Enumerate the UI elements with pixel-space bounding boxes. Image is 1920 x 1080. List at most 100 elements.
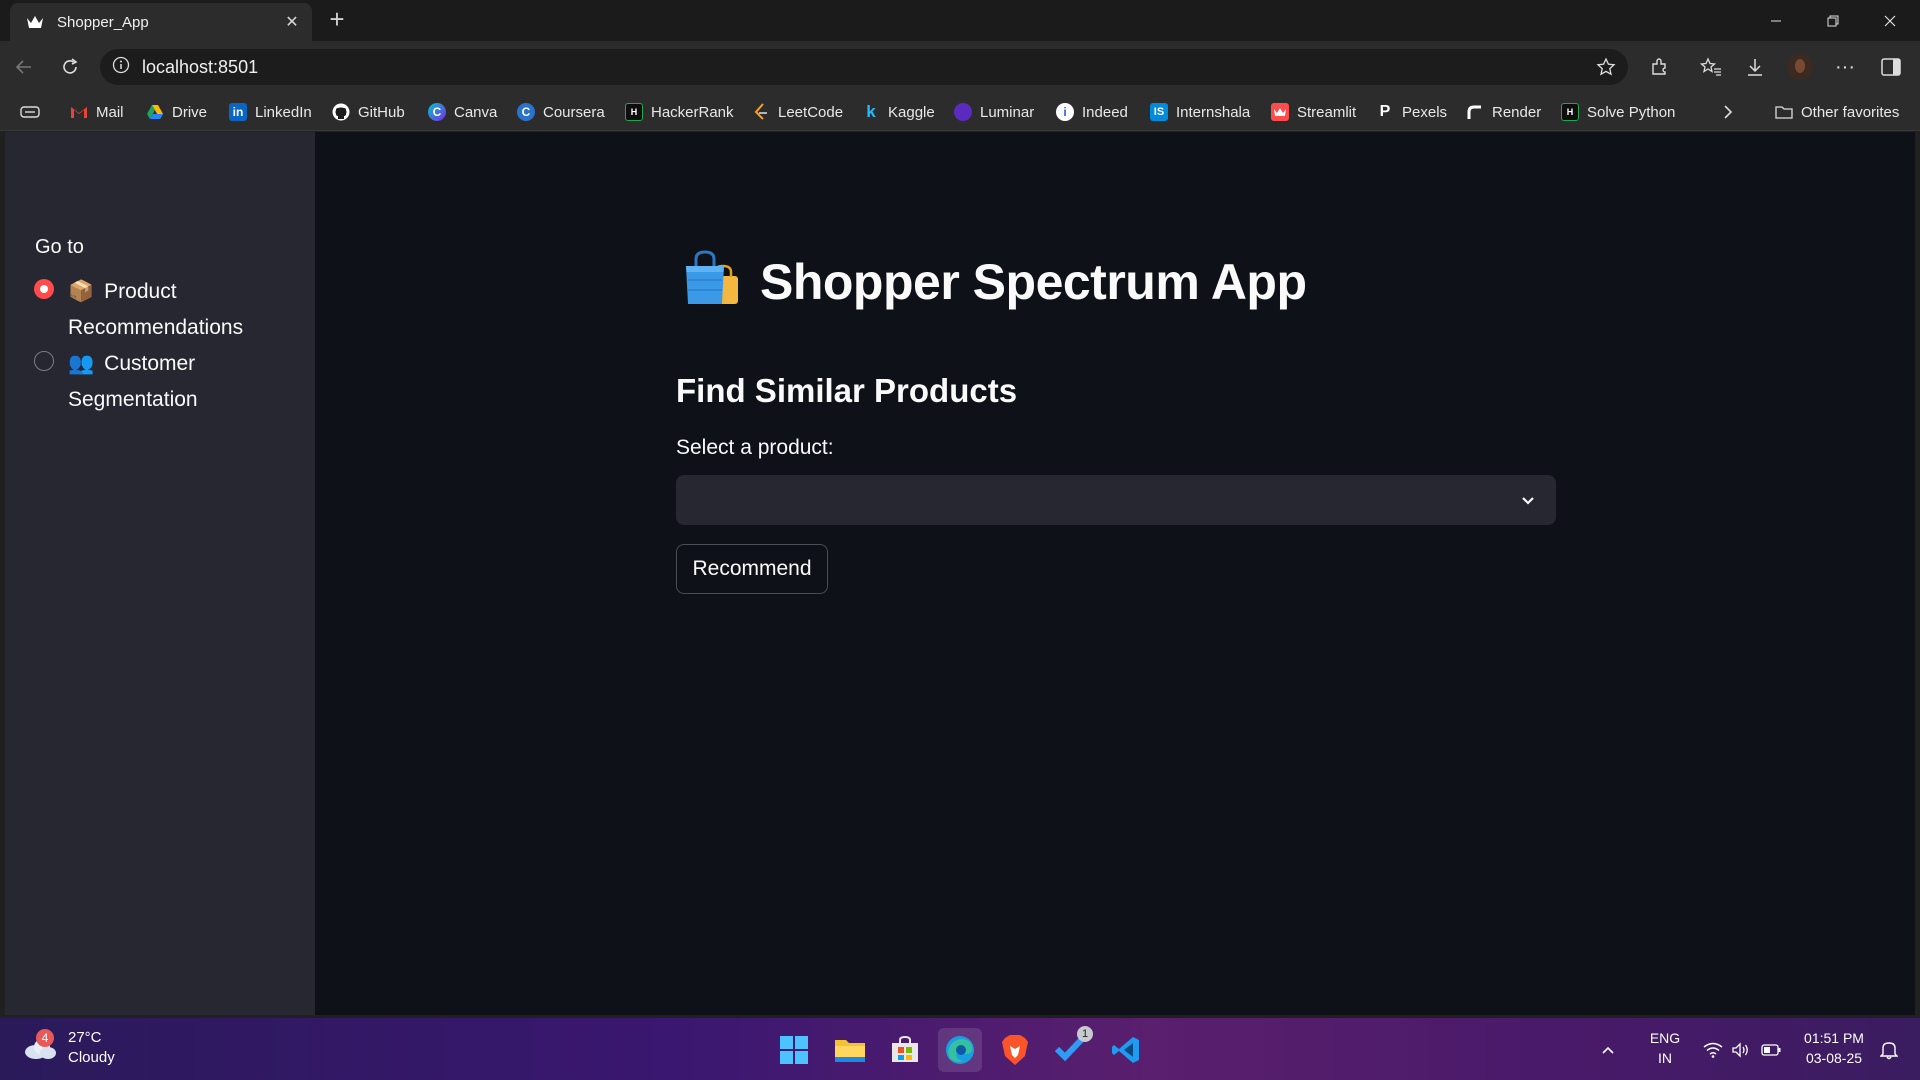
product-select[interactable] [676,475,1556,525]
page-title: Shopper Spectrum App [760,253,1307,310]
browser-tabstrip: Shopper_App ✕ + [0,0,1920,41]
canva-icon: C [428,103,446,121]
windows-taskbar: 4 27°C Cloudy 1 ENG IN 01:51 PM 03-08-25 [0,1018,1920,1080]
bookmark-streamlit[interactable]: Streamlit [1271,101,1356,123]
indeed-icon: i [1056,103,1074,121]
close-window-button[interactable] [1862,0,1918,41]
main-content: Shopper Spectrum App Find Similar Produc… [315,132,1915,1015]
favorite-star-icon[interactable] [1596,57,1616,82]
edge-browser-icon[interactable] [938,1028,982,1072]
wifi-icon[interactable] [1700,1028,1726,1072]
linkedin-icon: in [229,103,247,121]
github-icon [332,103,350,121]
bookmark-github[interactable]: GitHub [332,101,405,123]
bookmarks-overflow-chevron-icon[interactable] [1722,101,1734,123]
extensions-icon[interactable] [1643,51,1675,83]
gmail-icon [70,103,88,121]
section-subheader: Find Similar Products [676,372,1018,409]
package-icon: 📦 [68,280,95,303]
language-indicator[interactable]: ENG IN [1647,1028,1683,1068]
radio-unselected-icon[interactable] [34,351,54,371]
vscode-icon[interactable] [1104,1028,1148,1072]
volume-icon[interactable] [1728,1028,1754,1072]
weather-temp: 27°C [68,1029,102,1046]
bookmark-coursera[interactable]: C Coursera [517,101,605,123]
other-favorites[interactable]: Other favorites [1775,101,1899,123]
bookmark-kaggle[interactable]: k Kaggle [862,101,934,123]
bookmark-indeed[interactable]: i Indeed [1056,101,1128,123]
todo-badge: 1 [1077,1025,1093,1042]
people-icon: 👥 [68,352,95,375]
bookmark-luminar[interactable]: Luminar [954,101,1034,123]
brave-browser-icon[interactable] [993,1028,1037,1072]
hackerrank-icon: H [1561,103,1579,121]
kaggle-icon: k [866,102,876,121]
file-explorer-icon[interactable] [828,1028,872,1072]
streamlit-crown-icon [26,13,44,31]
coursera-icon: C [517,103,535,121]
pexels-icon: P [1379,103,1391,120]
sidebar: Go to 📦 Product Recommendations 👥 Customer… [5,132,315,1015]
reload-button[interactable] [54,51,86,83]
bookmark-internshala[interactable]: IS Internshala [1150,101,1250,123]
bookmark-mail[interactable]: Mail [70,101,124,123]
weather-widget[interactable]: 4 27°C Cloudy [22,1028,115,1068]
clock-date: 03-08-25 [1805,1050,1863,1066]
todo-app-icon[interactable]: 1 [1049,1025,1093,1072]
browser-tab-active[interactable]: Shopper_App ✕ [10,3,312,41]
notifications-bell-icon[interactable] [1876,1028,1902,1072]
battery-icon[interactable] [1758,1028,1784,1072]
favorites-icon[interactable] [1695,51,1727,83]
hackerrank-icon: H [625,103,643,121]
luminar-icon [954,103,972,121]
address-bar[interactable]: localhost:8501 [100,49,1628,85]
tab-title: Shopper_App [57,13,149,31]
bookmark-render[interactable]: Render [1466,101,1541,123]
profile-avatar[interactable] [1784,51,1816,83]
restore-button[interactable] [1805,0,1861,41]
bookmark-linkedin[interactable]: in LinkedIn [229,101,312,123]
sidebar-toggle-icon[interactable] [1875,51,1907,83]
page-title-row: Shopper Spectrum App [682,250,1307,313]
weather-desc: Cloudy [68,1049,115,1066]
bookmark-leetcode[interactable]: LeetCode [752,101,843,123]
drive-icon [146,103,164,121]
new-tab-button[interactable]: + [323,6,351,34]
minimize-button[interactable] [1748,0,1804,41]
bookmark-pexels[interactable]: P Pexels [1376,101,1447,123]
more-options-icon[interactable]: ··· [1829,51,1861,83]
app-viewport: Go to 📦 Product Recommendations 👥 Customer… [5,132,1915,1015]
clock[interactable]: 01:51 PM 03-08-25 [1796,1028,1872,1068]
bookmarks-bar: Mail Drive in LinkedIn GitHub C Canva C Cou… [0,93,1920,131]
radio-option-product-recommendations[interactable]: 📦 Product Recommendations [34,274,268,346]
bookmark-drive[interactable]: Drive [146,101,207,123]
recommend-button[interactable]: Recommend [676,544,828,594]
browser-toolbar: localhost:8501 ··· [0,41,1920,93]
show-hidden-icons-chevron-up-icon[interactable] [1596,1028,1620,1072]
radio-selected-icon[interactable] [34,279,54,299]
chevron-down-icon[interactable] [1518,490,1538,510]
bookmark-solve-python[interactable]: H Solve Python [1561,101,1675,123]
radio-option-customer-segmentation[interactable]: 👥 Customer Segmentation [34,346,268,418]
bookmark-hackerrank[interactable]: H HackerRank [625,101,734,123]
folder-icon [1775,103,1793,121]
streamlit-icon [1271,103,1289,121]
radio-label: Product Recommendations [68,280,244,339]
cloud-icon: 4 [22,1029,58,1063]
downloads-icon[interactable] [1739,51,1771,83]
start-button[interactable] [772,1028,816,1072]
collections-icon[interactable] [20,101,40,123]
weather-badge: 4 [36,1029,54,1047]
site-info-icon[interactable] [112,56,130,79]
leetcode-icon [752,103,770,121]
microsoft-store-icon[interactable] [883,1028,927,1072]
url-text: localhost:8501 [142,56,259,77]
clock-time: 01:51 PM [1804,1030,1864,1046]
close-tab-icon[interactable]: ✕ [282,12,302,32]
shopping-bags-icon [682,250,742,313]
bookmark-canva[interactable]: C Canva [428,101,497,123]
sidebar-heading: Go to [35,236,84,258]
back-button[interactable] [8,51,40,83]
select-label: Select a product: [676,436,834,459]
internshala-icon: IS [1150,103,1168,121]
